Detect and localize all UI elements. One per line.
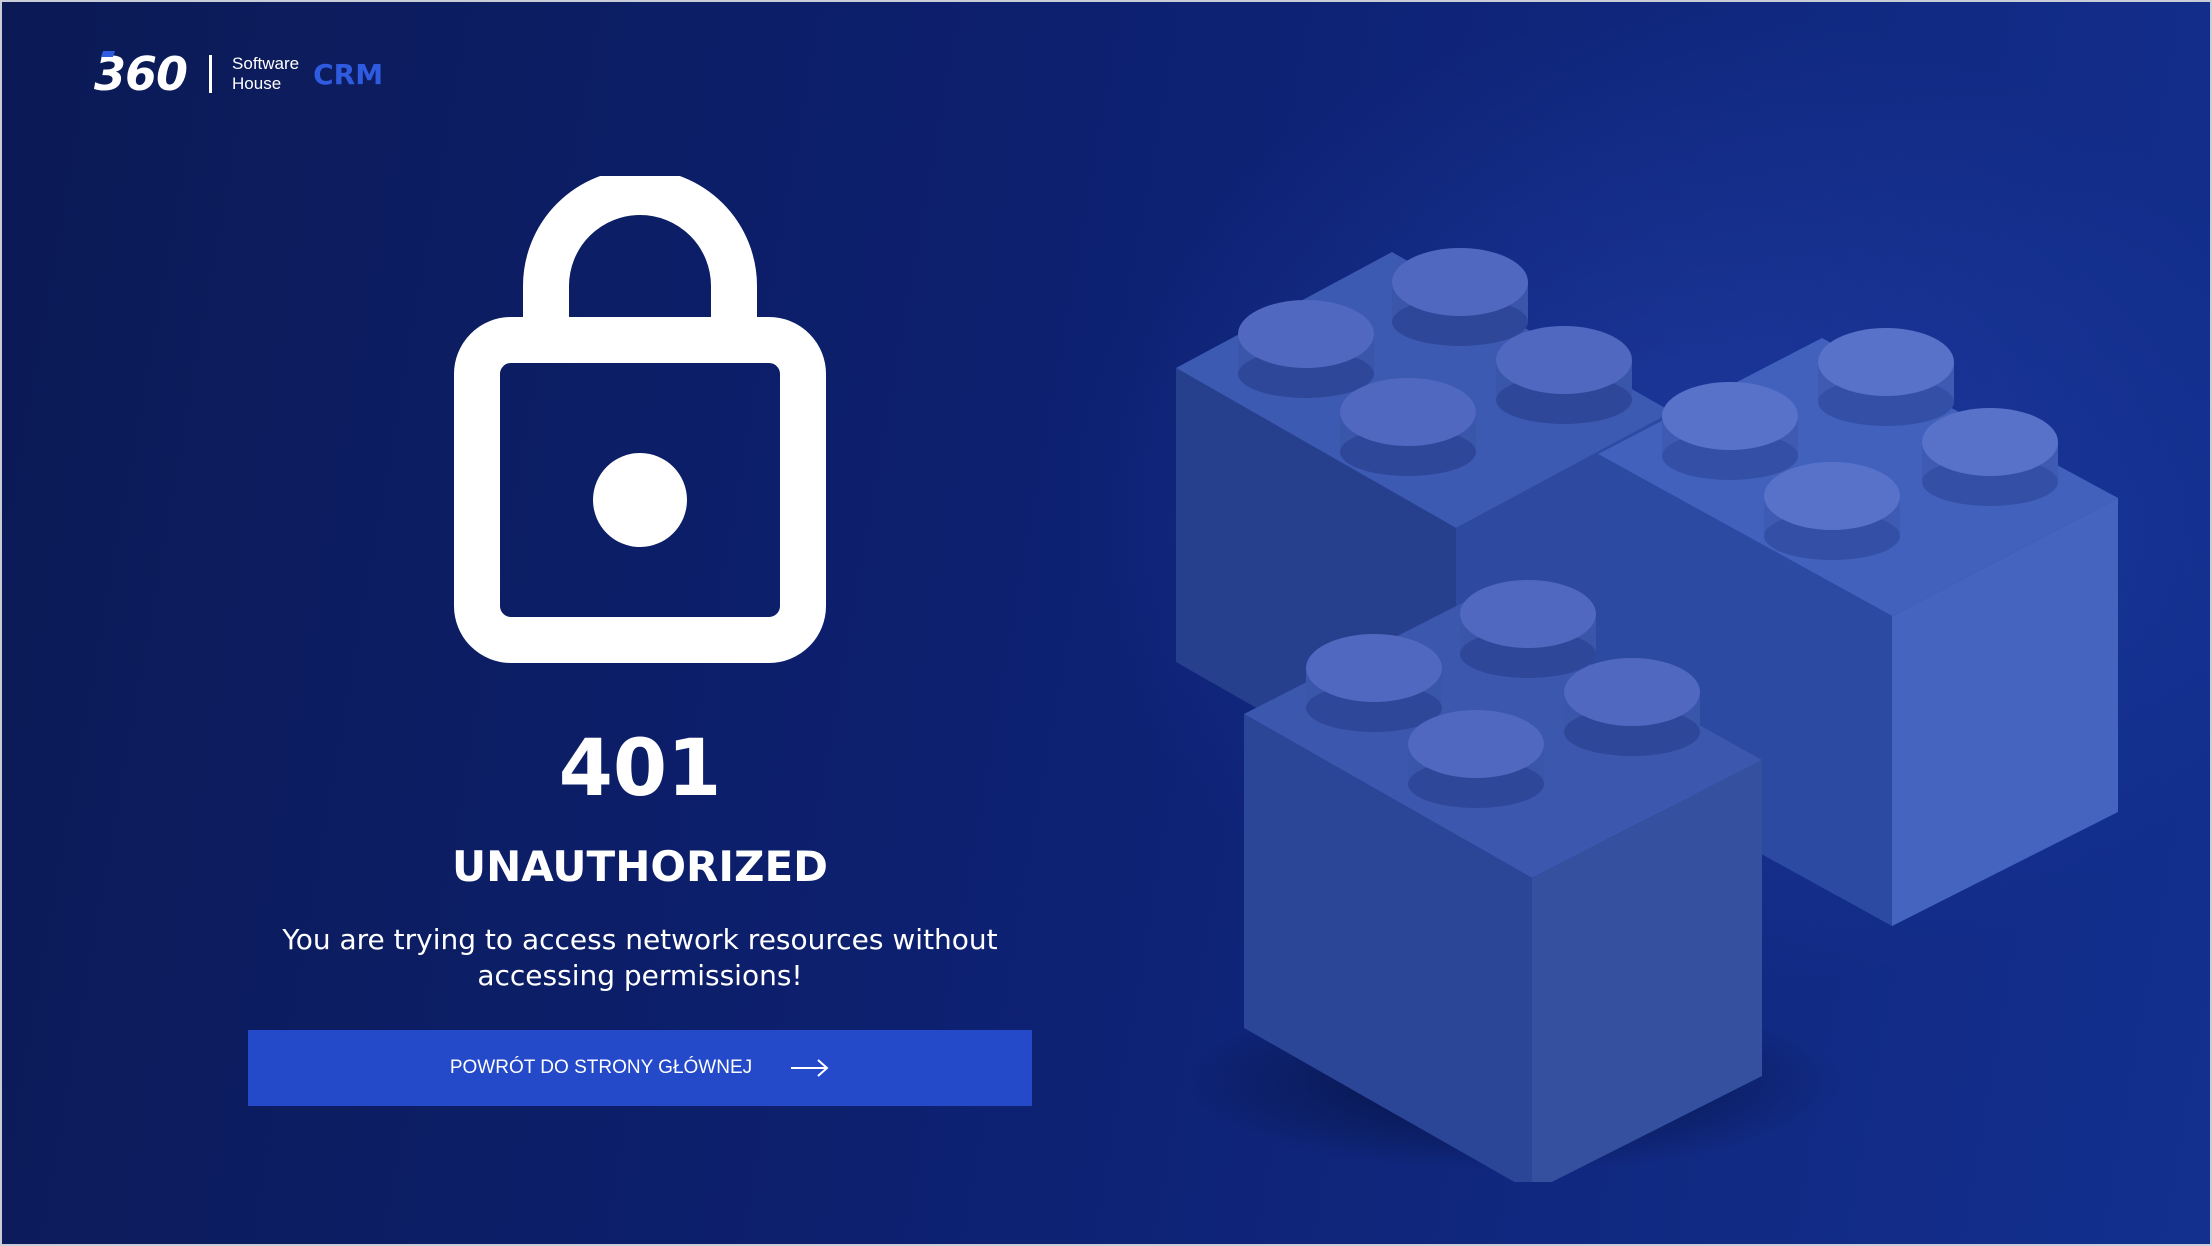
logo-subtitle: Software House [232, 54, 299, 94]
error-page: 360 Software House CRM 401 UNAUTHORIZED … [0, 0, 2212, 1246]
logo-sub-line1: Software [232, 54, 300, 73]
logo-sub-line2: House [232, 74, 282, 93]
error-title: UNAUTHORIZED [451, 842, 829, 891]
logo-divider [209, 55, 213, 93]
back-to-home-button[interactable]: POWRÓT DO STRONY GŁÓWNEJ [248, 1030, 1032, 1106]
brand-logo[interactable]: 360 Software House CRM [94, 50, 383, 98]
lock-icon [454, 176, 826, 663]
logo-product-name: CRM [313, 57, 384, 91]
logo-accent-mark [100, 51, 116, 57]
error-message: You are trying to access network resourc… [282, 923, 998, 992]
error-code: 401 [558, 724, 722, 814]
arrow-right-icon [791, 1059, 829, 1077]
building-bricks-illustration [1176, 248, 2118, 1182]
back-to-home-label: POWRÓT DO STRONY GŁÓWNEJ [449, 1057, 753, 1078]
logo-360: 360 [94, 51, 188, 97]
